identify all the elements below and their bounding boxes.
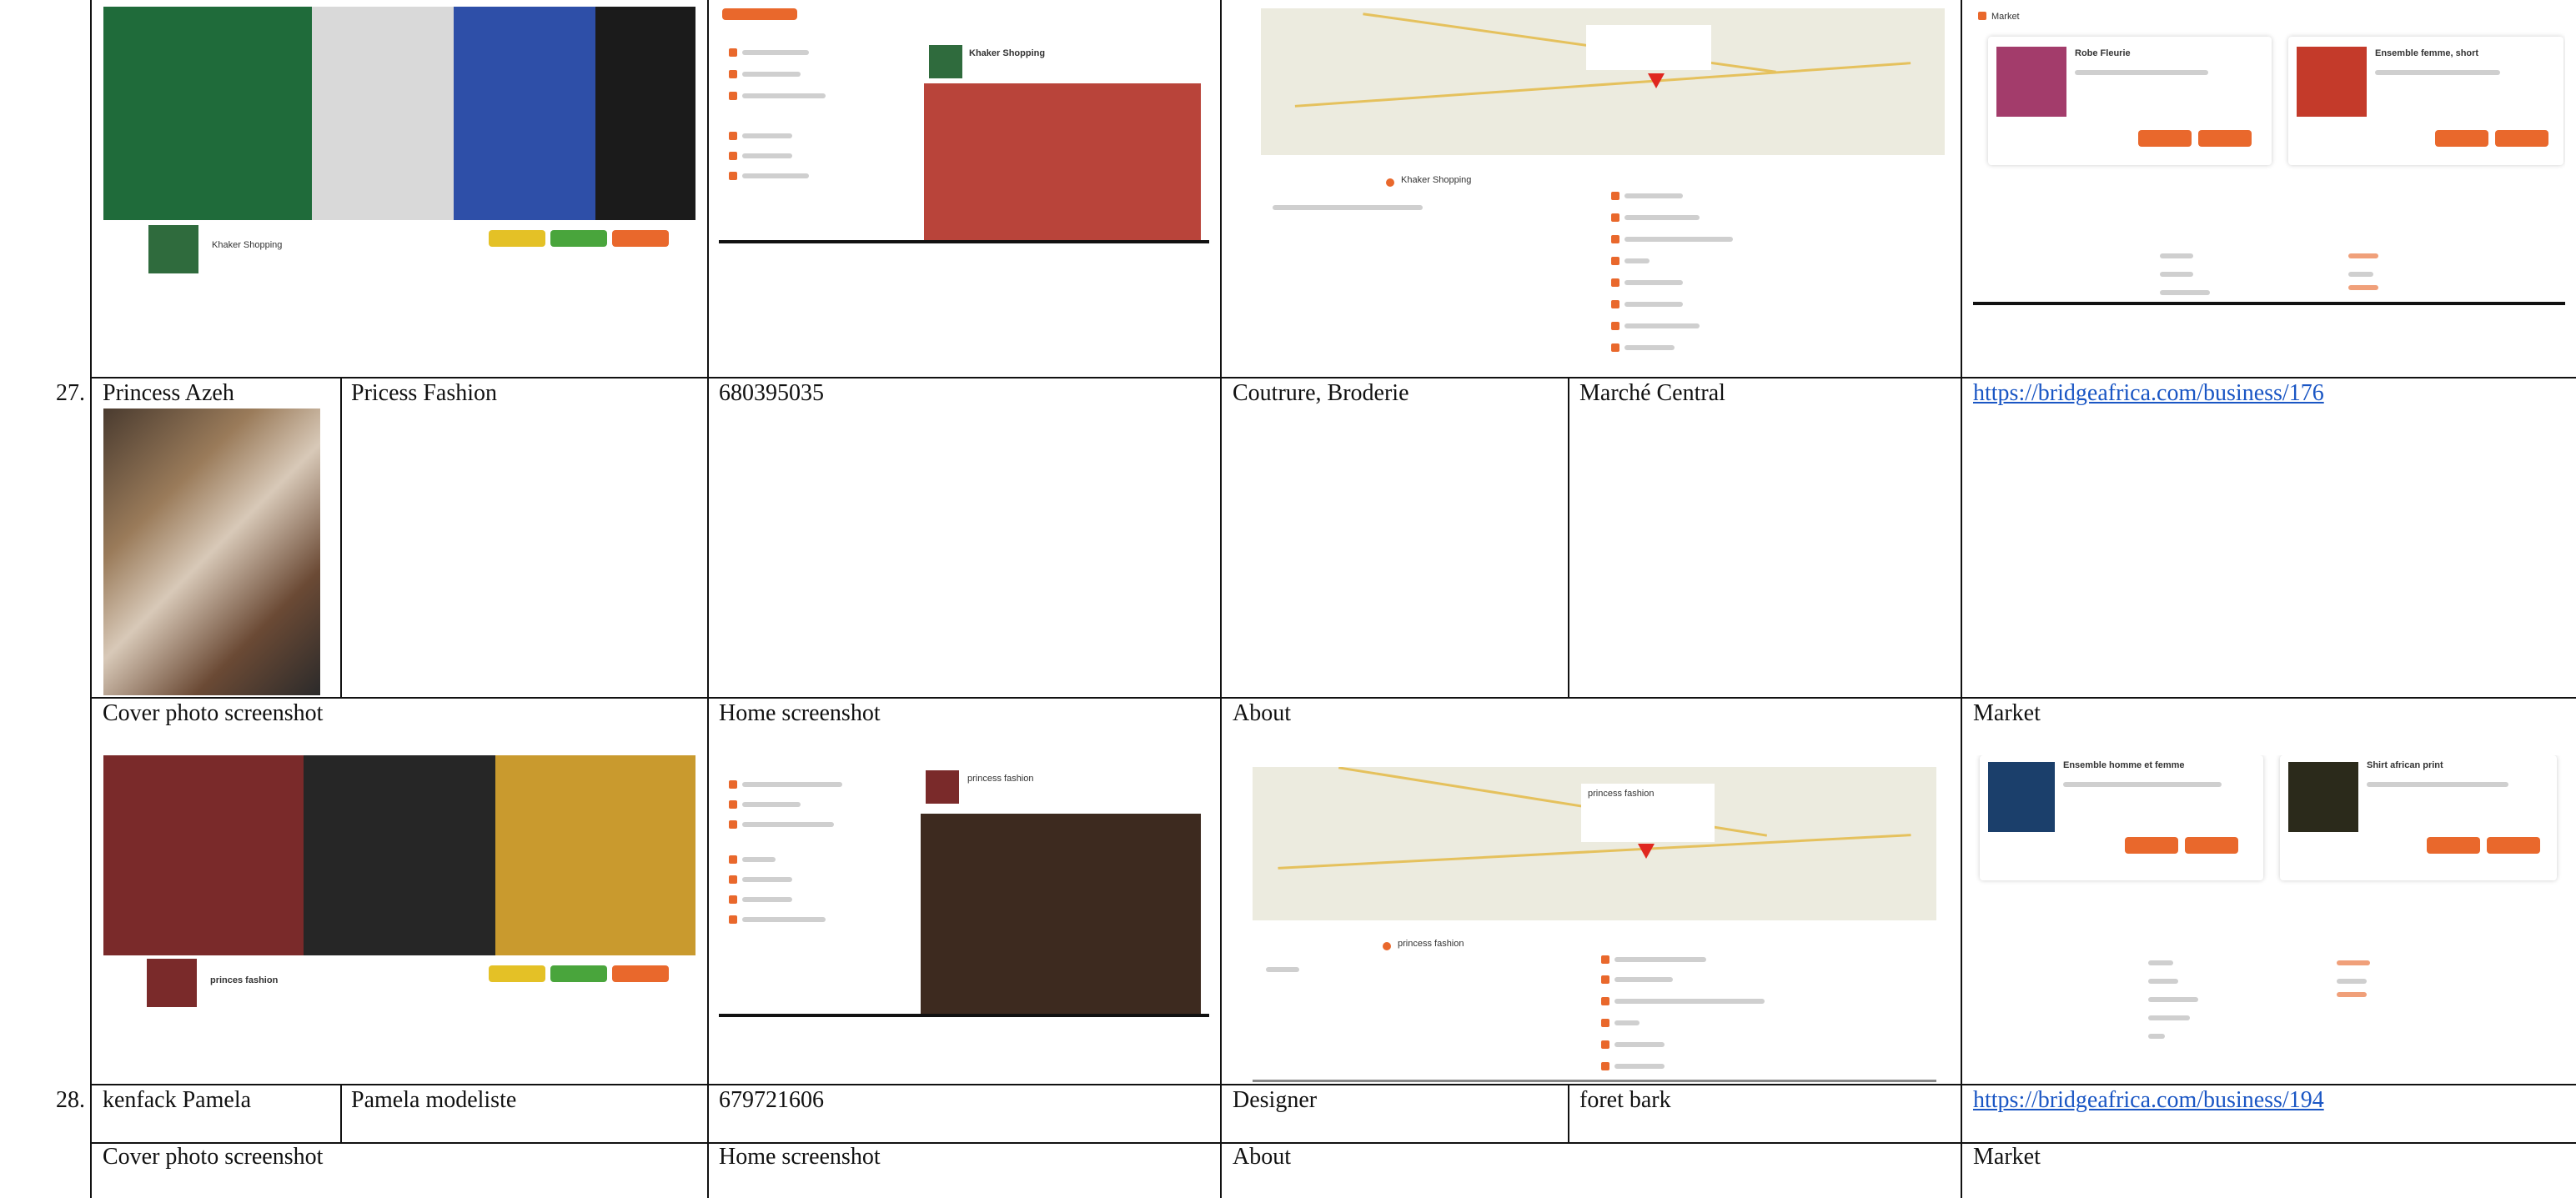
col-divider <box>1568 1084 1569 1142</box>
business-link[interactable]: https://bridgeafrica.com/business/176 <box>1973 380 2324 407</box>
row-index: 27. <box>56 380 85 406</box>
buy-now-button[interactable] <box>2138 130 2192 147</box>
cover-screenshot-label: Cover photo screenshot <box>103 700 324 726</box>
community-button[interactable] <box>489 965 545 982</box>
cover-photo <box>103 7 312 220</box>
cover-photo <box>312 7 454 220</box>
buy-now-button[interactable] <box>2427 837 2480 854</box>
owner-photo <box>103 409 320 695</box>
map-label: princess fashion <box>1588 789 1655 799</box>
avatar <box>147 959 197 1007</box>
direction-button[interactable] <box>612 230 669 247</box>
cover-screenshot-label: Cover photo screenshot <box>103 1144 324 1170</box>
home-screenshot: Khaker Shopping <box>719 7 1209 243</box>
product-card[interactable]: Ensemble homme et femme <box>1980 755 2263 880</box>
about-label: About <box>1233 700 1291 726</box>
business-category: Designer <box>1233 1087 1318 1113</box>
phone-number: 679721606 <box>719 1087 824 1113</box>
about-label: About <box>1233 1144 1291 1170</box>
about-name: Khaker Shopping <box>1401 175 1472 185</box>
message-button[interactable] <box>550 965 607 982</box>
row-index: 28. <box>56 1087 85 1113</box>
market-icon <box>1978 12 1986 20</box>
about-map <box>1261 8 1945 155</box>
business-location: Marché Central <box>1579 380 1725 406</box>
market-screenshot: Market Robe Fleurie Ensemble femme, shor… <box>1973 7 2565 307</box>
buy-now-button[interactable] <box>2125 837 2178 854</box>
col-divider <box>340 377 342 697</box>
add-to-cart-button[interactable] <box>2185 837 2238 854</box>
cover-profile-strip: Khaker Shopping <box>103 220 695 278</box>
community-button[interactable] <box>489 230 545 247</box>
col-divider <box>90 0 92 1198</box>
profile-name: princess fashion <box>967 774 1034 784</box>
business-name: Pamela modeliste <box>351 1087 517 1113</box>
avatar <box>926 770 959 804</box>
market-label: Market <box>1973 1144 2041 1170</box>
phone-number: 680395035 <box>719 380 824 406</box>
buy-now-button[interactable] <box>2435 130 2488 147</box>
home-screenshot-label: Home screenshot <box>719 700 881 726</box>
cover-photo <box>595 7 695 220</box>
cover-screenshot <box>103 7 695 220</box>
owner-name: kenfack Pamela <box>103 1087 252 1113</box>
business-category: Coutrure, Broderie <box>1233 380 1409 406</box>
col-divider <box>1961 0 1962 1198</box>
product-card[interactable]: Shirt african print <box>2280 755 2557 880</box>
cover-photo <box>495 755 695 955</box>
home-screenshot: princess fashion <box>719 755 1209 1017</box>
cover-photo <box>454 7 595 220</box>
post-photo <box>921 814 1201 1017</box>
col-divider <box>1568 377 1569 697</box>
nav-tab-active <box>722 8 797 20</box>
market-screenshot: Ensemble homme et femme Shirt african pr… <box>1973 755 2565 1055</box>
profile-name: princes fashion <box>210 975 279 985</box>
profile-name: Khaker Shopping <box>969 48 1046 58</box>
avatar <box>148 225 198 273</box>
col-divider <box>340 1084 342 1142</box>
row-divider <box>90 1142 2576 1144</box>
about-name: princess fashion <box>1398 939 1464 949</box>
row-divider <box>90 377 2576 378</box>
about-details: princess fashion <box>1253 924 1936 1082</box>
market-title: Market <box>1991 12 2020 22</box>
product-name: Ensemble femme, short <box>2375 48 2479 58</box>
business-location: foret bark <box>1579 1087 1671 1113</box>
owner-name: Princess Azeh <box>103 380 234 406</box>
product-name: Ensemble homme et femme <box>2063 760 2185 770</box>
row-divider <box>90 697 2576 699</box>
row-divider <box>90 1084 2576 1085</box>
business-name: Pricess Fashion <box>351 380 497 406</box>
cover-photo <box>103 755 304 955</box>
message-button[interactable] <box>550 230 607 247</box>
profile-name: Khaker Shopping <box>212 240 283 250</box>
product-name: Shirt african print <box>2367 760 2443 770</box>
direction-button[interactable] <box>612 965 669 982</box>
cover-screenshot <box>103 755 695 955</box>
col-divider <box>707 0 709 1198</box>
product-name: Robe Fleurie <box>2075 48 2131 58</box>
avatar <box>929 45 962 78</box>
business-link[interactable]: https://bridgeafrica.com/business/194 <box>1973 1087 2324 1114</box>
col-divider <box>1220 0 1222 1198</box>
add-to-cart-button[interactable] <box>2487 837 2540 854</box>
product-card[interactable]: Ensemble femme, short <box>2288 37 2563 165</box>
cover-profile-strip: princes fashion <box>103 955 695 1010</box>
about-details: Khaker Shopping <box>1261 158 1945 367</box>
post-photo <box>924 83 1201 243</box>
about-map: princess fashion <box>1253 767 1936 920</box>
add-to-cart-button[interactable] <box>2198 130 2252 147</box>
market-label: Market <box>1973 700 2041 726</box>
product-card[interactable]: Robe Fleurie <box>1988 37 2272 165</box>
add-to-cart-button[interactable] <box>2495 130 2548 147</box>
home-screenshot-label: Home screenshot <box>719 1144 881 1170</box>
cover-photo <box>304 755 495 955</box>
